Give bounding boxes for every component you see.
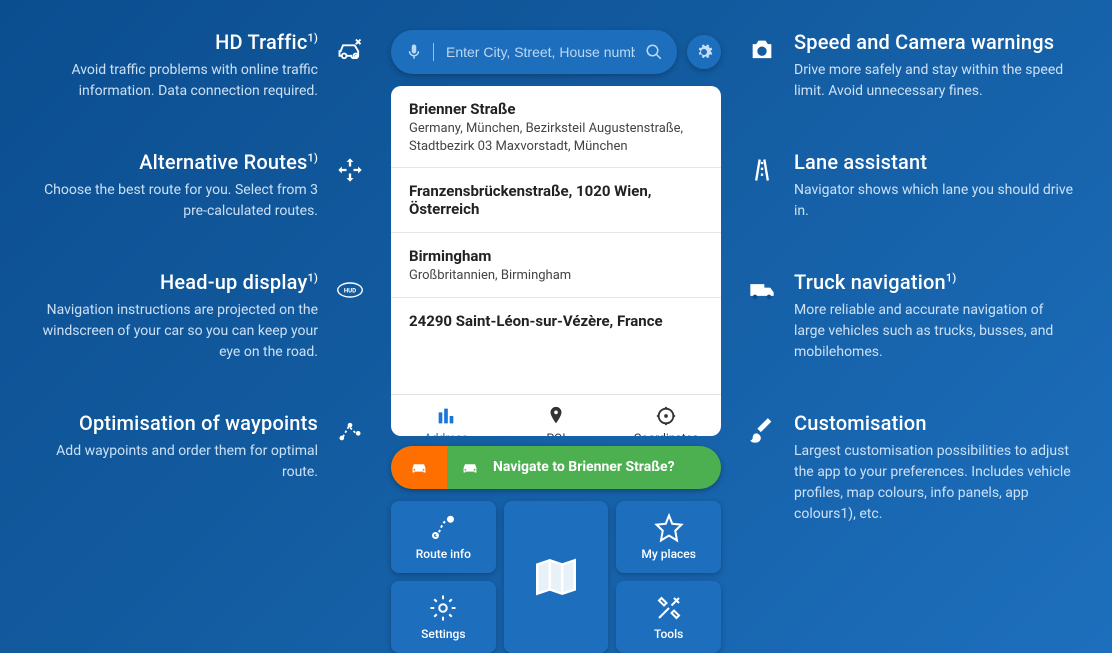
lane-icon (746, 154, 778, 186)
feature-desc: Add waypoints and order them for optimal… (38, 441, 318, 483)
car-green-icon (459, 456, 481, 478)
feature-title: Speed and Camera warnings (794, 30, 1074, 54)
tile-label: My places (641, 547, 696, 561)
feature-title: Truck navigation1) (794, 270, 1074, 294)
tile-map[interactable] (504, 501, 609, 653)
feature-title: Alternative Routes1) (38, 150, 318, 174)
tab-coordinates[interactable]: Coordinates (611, 395, 721, 436)
arrows-icon (334, 154, 366, 186)
feature-truck-nav: Truck navigation1) More reliable and acc… (746, 270, 1092, 363)
car-traffic-icon (334, 34, 366, 66)
feature-title: Customisation (794, 411, 1074, 435)
map-icon (531, 552, 581, 602)
poi-icon (545, 405, 567, 427)
svg-text:HUD: HUD (344, 288, 356, 295)
result-item[interactable]: Franzensbrückenstraße, 1020 Wien, Österr… (391, 168, 721, 233)
search-icon[interactable] (645, 43, 663, 61)
feature-desc: Largest customisation possibilities to a… (794, 441, 1074, 525)
star-icon (654, 513, 684, 543)
result-sub: Germany, München, Bezirksteil Augustenst… (409, 120, 703, 155)
tab-label: Coordinates (634, 431, 699, 436)
feature-hud: Head-up display1) Navigation instruction… (20, 270, 366, 363)
feature-desc: Drive more safely and stay within the sp… (794, 60, 1074, 102)
car-orange-icon (391, 446, 447, 489)
result-title: 24290 Saint-Léon-sur-Vézère, France (409, 312, 703, 330)
feature-alt-routes: Alternative Routes1) Choose the best rou… (20, 150, 366, 222)
truck-icon (746, 274, 778, 306)
search-bar[interactable] (391, 30, 677, 74)
hud-icon: HUD (334, 274, 366, 306)
result-sub: Großbritannien, Birmingham (409, 267, 703, 285)
result-title: Brienner Straße (409, 100, 703, 118)
tile-label: Tools (654, 627, 683, 641)
search-input[interactable] (446, 44, 635, 60)
navigate-label: Navigate to Brienner Straße? (493, 459, 675, 475)
result-title: Birmingham (409, 247, 703, 265)
quick-tiles: Route info My places Settings Tools (391, 501, 721, 653)
navigate-button[interactable]: Navigate to Brienner Straße? (391, 446, 721, 489)
tab-address[interactable]: Address (391, 395, 501, 436)
feature-title: Lane assistant (794, 150, 1074, 174)
feature-desc: Navigation instructions are projected on… (38, 300, 318, 363)
address-icon (435, 405, 457, 427)
tab-label: POI (546, 431, 565, 436)
tile-settings[interactable]: Settings (391, 581, 496, 653)
search-settings-button[interactable] (687, 35, 721, 69)
feature-speed-camera: Speed and Camera warnings Drive more saf… (746, 30, 1092, 102)
feature-desc: Navigator shows which lane you should dr… (794, 180, 1074, 222)
result-title: Franzensbrückenstraße, 1020 Wien, Österr… (409, 182, 703, 218)
tile-my-places[interactable]: My places (616, 501, 721, 573)
route-icon (428, 513, 458, 543)
search-results: Brienner Straße Germany, München, Bezirk… (391, 86, 721, 436)
coordinates-icon (655, 405, 677, 427)
tile-route-info[interactable]: Route info (391, 501, 496, 573)
feature-desc: Choose the best route for you. Select fr… (38, 180, 318, 222)
feature-desc: Avoid traffic problems with online traff… (38, 60, 318, 102)
feature-title: Head-up display1) (38, 270, 318, 294)
feature-hd-traffic: HD Traffic1) Avoid traffic problems with… (20, 30, 366, 102)
brush-icon (746, 415, 778, 447)
camera-icon (746, 34, 778, 66)
feature-desc: More reliable and accurate navigation of… (794, 300, 1074, 363)
feature-waypoints: Optimisation of waypoints Add waypoints … (20, 411, 366, 483)
waypoints-icon (334, 415, 366, 447)
feature-lane-assist: Lane assistant Navigator shows which lan… (746, 150, 1092, 222)
tools-icon (654, 593, 684, 623)
tab-label: Address (424, 431, 468, 436)
result-item[interactable]: 24290 Saint-Léon-sur-Vézère, France (391, 298, 721, 344)
tile-tools[interactable]: Tools (616, 581, 721, 653)
result-item[interactable]: Birmingham Großbritannien, Birmingham (391, 233, 721, 298)
feature-customisation: Customisation Largest customisation poss… (746, 411, 1092, 525)
tab-poi[interactable]: POI (501, 395, 611, 436)
tile-label: Settings (421, 627, 465, 641)
tile-label: Route info (416, 547, 471, 561)
gear-icon (695, 43, 713, 61)
feature-title: Optimisation of waypoints (38, 411, 318, 435)
gear-icon (428, 593, 458, 623)
mic-icon[interactable] (405, 43, 423, 61)
result-item[interactable]: Brienner Straße Germany, München, Bezirk… (391, 86, 721, 168)
feature-title: HD Traffic1) (38, 30, 318, 54)
results-tabbar: Address POI Coordinates (391, 394, 721, 436)
